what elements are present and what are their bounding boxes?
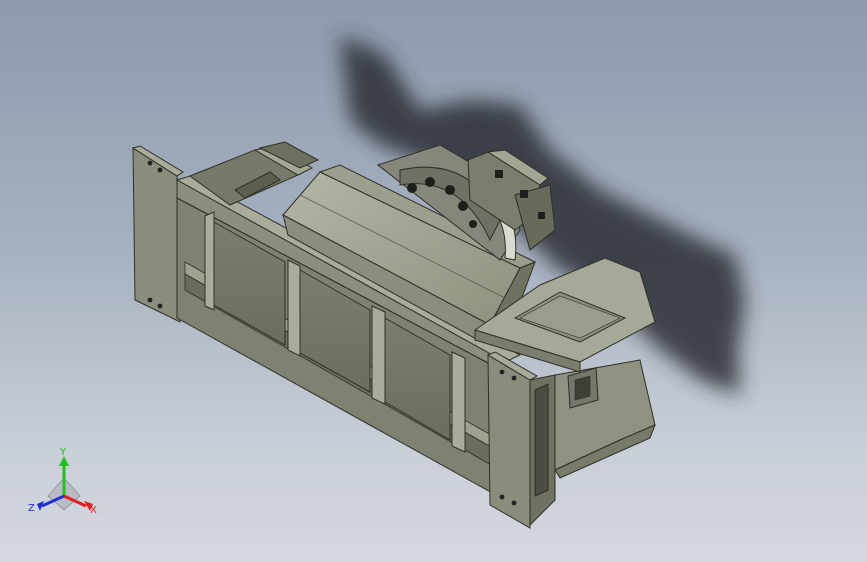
frame-rib-4[interactable] <box>451 351 466 453</box>
frame-rib-1[interactable] <box>204 211 215 311</box>
z-axis-label: Z <box>28 503 35 514</box>
y-axis-label: Y <box>60 447 67 458</box>
x-axis-label: X <box>90 505 97 516</box>
orientation-triad: Y X Z <box>26 448 106 520</box>
frame-rib-2[interactable] <box>287 259 301 357</box>
frame-rib-3[interactable] <box>371 305 386 405</box>
graphics-viewport[interactable]: Y X Z <box>0 0 867 562</box>
model-3d-view[interactable] <box>0 0 867 562</box>
left-end-plate[interactable] <box>131 145 184 323</box>
